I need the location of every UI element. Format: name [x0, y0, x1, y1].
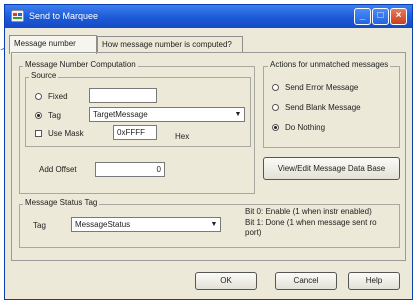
hex-label: Hex — [175, 132, 190, 141]
status-group-label: Message Status Tag — [23, 198, 100, 207]
use-mask-label: Use Mask — [48, 129, 84, 138]
fixed-radio[interactable] — [35, 93, 42, 100]
offset-input[interactable]: 0 — [95, 162, 165, 177]
chevron-down-icon[interactable]: ▼ — [209, 219, 219, 230]
bit1-text: Bit 1: Done (1 when message sent ro port… — [245, 218, 377, 237]
minimize-icon: _ — [359, 10, 366, 21]
send-blank-radio[interactable] — [272, 104, 279, 111]
cancel-button[interactable]: Cancel — [275, 272, 337, 290]
window-title: Send to Marquee — [29, 11, 99, 21]
source-group-label: Source — [29, 71, 59, 80]
tag-combobox-value: TargetMessage — [93, 110, 148, 119]
chevron-down-icon[interactable]: ▼ — [233, 109, 243, 120]
tab-label: Message number — [14, 39, 76, 48]
tab-how-computed[interactable]: How message number is computed? — [97, 36, 243, 53]
use-mask-checkbox[interactable] — [35, 130, 42, 137]
actions-group-label: Actions for unmatched messages — [268, 60, 391, 69]
tab-label: How message number is computed? — [102, 40, 232, 49]
title-bar[interactable]: Send to Marquee _ □ × — [5, 5, 412, 28]
ok-button[interactable]: OK — [195, 272, 257, 290]
status-tag-label: Tag — [33, 221, 46, 230]
send-error-label: Send Error Message — [285, 83, 359, 92]
maximize-icon: □ — [377, 10, 384, 21]
close-button[interactable]: × — [390, 8, 407, 25]
status-tag-value: MessageStatus — [75, 220, 131, 229]
send-blank-label: Send Blank Message — [285, 103, 361, 112]
tag-combobox[interactable]: TargetMessage ▼ — [89, 107, 245, 122]
tag-label: Tag — [48, 111, 61, 120]
do-nothing-label: Do Nothing — [285, 123, 326, 132]
send-error-radio[interactable] — [272, 84, 279, 91]
offset-label: Add Offset — [39, 165, 77, 174]
close-icon: × — [395, 10, 402, 21]
computation-group-label: Message Number Computation — [23, 60, 138, 69]
app-icon — [11, 10, 24, 22]
mask-input[interactable]: 0xFFFF — [113, 125, 157, 140]
maximize-button[interactable]: □ — [372, 8, 389, 25]
fixed-label: Fixed — [48, 92, 68, 101]
help-button[interactable]: Help — [348, 272, 400, 290]
fixed-value-input[interactable] — [89, 88, 157, 103]
minimize-button[interactable]: _ — [354, 8, 371, 25]
do-nothing-radio[interactable] — [272, 124, 279, 131]
status-tag-combobox[interactable]: MessageStatus ▼ — [71, 217, 221, 232]
dialog-window: Send to Marquee _ □ × Message number How… — [4, 4, 413, 300]
view-edit-database-button[interactable]: View/Edit Message Data Base — [263, 157, 400, 180]
bit0-text: Bit 0: Enable (1 when instr enabled) — [245, 207, 372, 216]
tag-radio[interactable] — [35, 112, 42, 119]
